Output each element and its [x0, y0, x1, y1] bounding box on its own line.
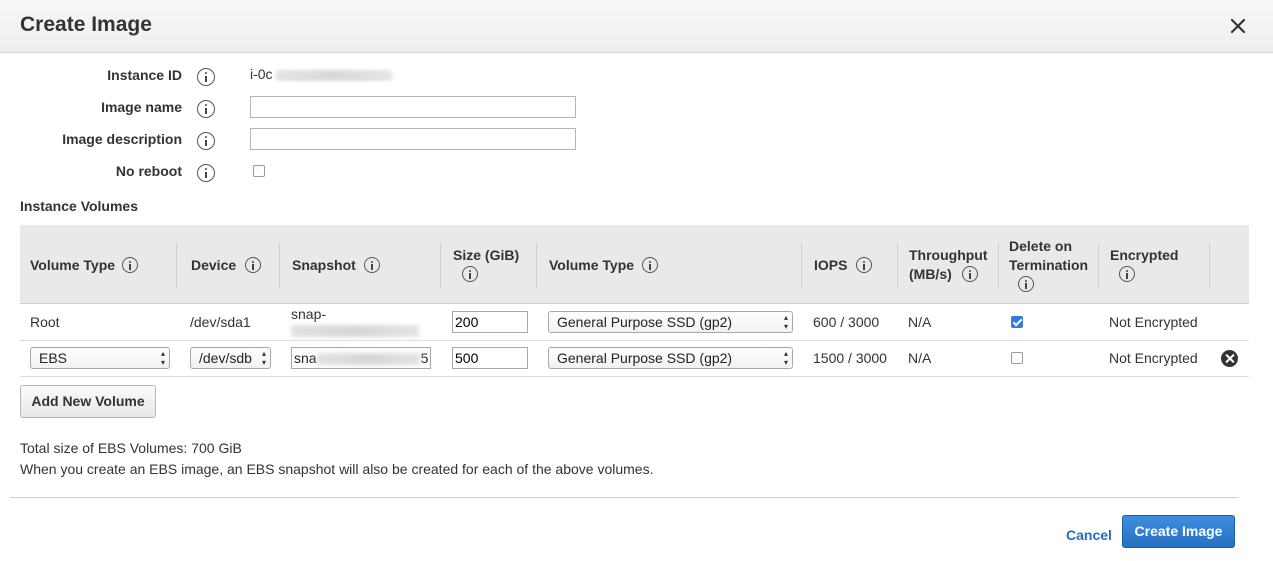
dialog-header: Create Image: [0, 0, 1273, 53]
volume-type-cell: Root: [30, 314, 60, 330]
instance-id-value: i-0c: [250, 66, 393, 82]
redacted-blur: [274, 69, 393, 81]
image-description-label: Image description: [62, 131, 182, 147]
device-cell: /dev/sda1: [190, 314, 251, 330]
info-icon[interactable]: [462, 266, 478, 282]
info-icon[interactable]: [245, 257, 261, 273]
snapshot-input[interactable]: sna 5: [291, 347, 431, 369]
info-icon[interactable]: [197, 100, 215, 118]
col-device: Device: [191, 257, 237, 273]
info-icon[interactable]: [1018, 276, 1034, 292]
volumes-table-header: Volume Type Device Snapshot Size (GiB) V…: [20, 225, 1249, 304]
table-row: EBS /dev/sdb sna5 General Purpose SSD (g…: [20, 341, 1249, 377]
redacted-blur: [316, 353, 421, 366]
footer-divider: [10, 497, 1239, 498]
info-icon[interactable]: [122, 257, 138, 273]
delete-on-termination-checkbox[interactable]: [1011, 352, 1023, 364]
info-icon[interactable]: [197, 164, 215, 182]
encrypted-cell: Not Encrypted: [1109, 350, 1198, 366]
col-encrypted: Encrypted: [1110, 247, 1179, 263]
image-description-input[interactable]: [250, 128, 576, 150]
throughput-cell: N/A: [908, 314, 932, 330]
total-size-text: Total size of EBS Volumes: 700 GiB: [20, 440, 242, 456]
delete-on-termination-checkbox[interactable]: [1011, 316, 1023, 328]
iops-cell: 1500 / 3000: [813, 350, 887, 366]
ebs-volume-type-select[interactable]: General Purpose SSD (gp2): [548, 347, 793, 369]
snapshot-note-text: When you create an EBS image, an EBS sna…: [20, 461, 654, 477]
no-reboot-checkbox[interactable]: [253, 165, 265, 177]
throughput-cell: N/A: [908, 350, 932, 366]
size-input[interactable]: [452, 311, 528, 333]
instance-id-label: Instance ID: [107, 67, 182, 83]
col-iops: IOPS: [814, 257, 848, 273]
device-select[interactable]: /dev/sdb: [190, 347, 271, 369]
image-name-input[interactable]: [250, 96, 576, 118]
add-new-volume-button[interactable]: Add New Volume: [20, 385, 156, 418]
instance-volumes-title: Instance Volumes: [20, 198, 139, 214]
col-volume-type: Volume Type: [30, 257, 116, 273]
cancel-link[interactable]: Cancel: [1066, 527, 1112, 543]
table-row: Root /dev/sda1 snap- General Purpose SSD…: [20, 305, 1249, 341]
size-input[interactable]: [452, 347, 528, 369]
info-icon[interactable]: [642, 257, 658, 273]
info-icon[interactable]: [197, 68, 215, 86]
image-name-label: Image name: [101, 99, 182, 115]
col-snapshot: Snapshot: [292, 257, 356, 273]
volume-type-select[interactable]: EBS: [30, 347, 170, 369]
no-reboot-label: No reboot: [115, 163, 182, 179]
redacted-blur: [291, 325, 419, 338]
info-icon[interactable]: [962, 266, 978, 282]
col-delete-on-termination: Delete on Termination: [1009, 238, 1089, 273]
info-icon[interactable]: [856, 257, 872, 273]
dialog-title: Create Image: [20, 13, 152, 36]
snapshot-cell: snap-: [291, 306, 419, 338]
info-icon[interactable]: [1119, 266, 1135, 282]
col-size: Size (GiB): [453, 247, 520, 263]
col-ebs-volume-type: Volume Type: [549, 257, 635, 273]
encrypted-cell: Not Encrypted: [1109, 314, 1198, 330]
info-icon[interactable]: [364, 257, 380, 273]
close-icon[interactable]: [1227, 13, 1251, 39]
iops-cell: 600 / 3000: [813, 314, 880, 330]
remove-volume-icon[interactable]: [1221, 350, 1238, 367]
ebs-volume-type-select[interactable]: General Purpose SSD (gp2): [548, 311, 793, 333]
create-image-button[interactable]: Create Image: [1122, 515, 1235, 548]
info-icon[interactable]: [197, 132, 215, 150]
